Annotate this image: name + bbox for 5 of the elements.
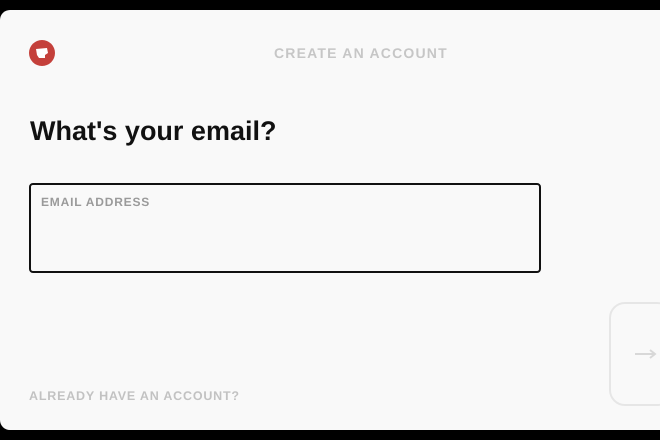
next-button[interactable]	[609, 302, 660, 406]
arrow-icon	[635, 349, 657, 359]
email-field[interactable]: EMAIL ADDRESS	[29, 183, 541, 273]
heading: What's your email?	[30, 115, 278, 148]
logo-icon	[29, 40, 55, 66]
